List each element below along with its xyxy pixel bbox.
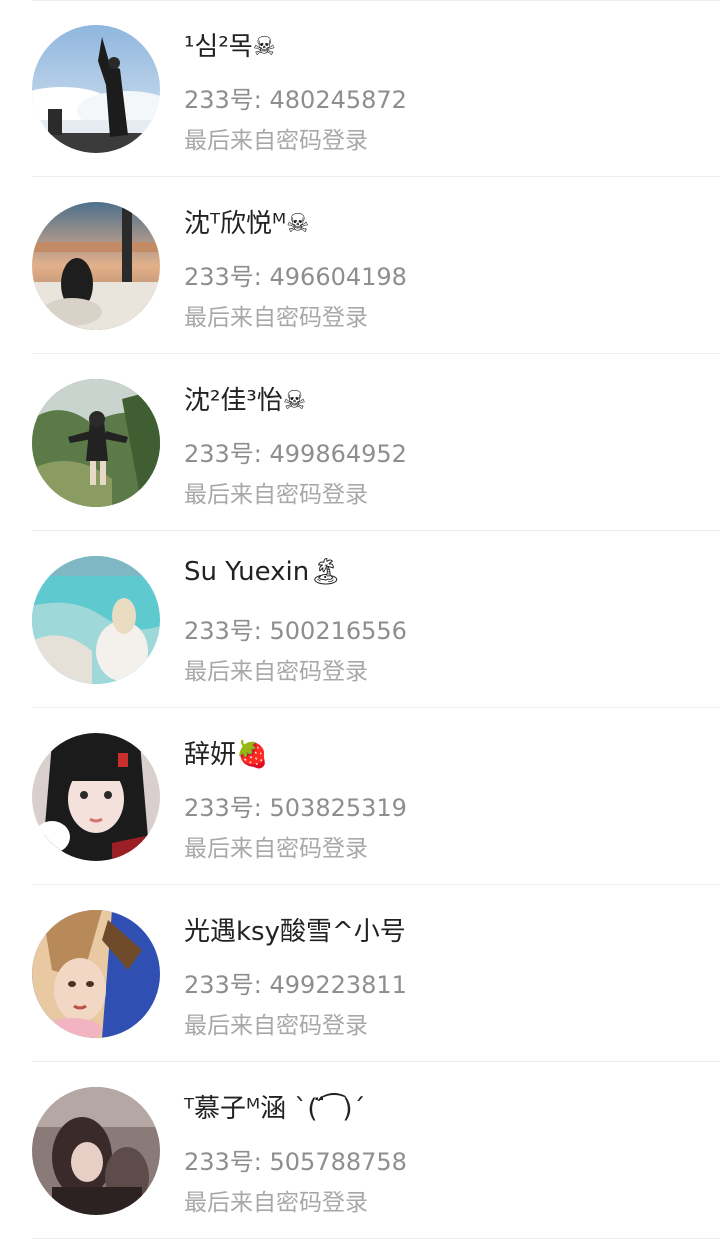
account-row[interactable]: 光遇ksy酸雪^小号 233号: 499223811 最后来自密码登录 <box>0 885 720 1062</box>
account-id: 233号: 505788758 <box>184 1148 407 1176</box>
account-row[interactable]: 沈²佳³怡☠ 233号: 499864952 最后来自密码登录 <box>0 354 720 531</box>
account-name: Su Yuexin🏝 <box>184 557 343 587</box>
login-status: 最后来自密码登录 <box>184 482 368 508</box>
avatar <box>32 910 160 1038</box>
account-row[interactable]: Su Yuexin🏝 233号: 500216556 最后来自密码登录 <box>0 531 720 708</box>
account-id: 233号: 499864952 <box>184 440 407 468</box>
avatar <box>32 556 160 684</box>
account-row[interactable]: ᵀ慕子ᴹ涵 ˋ( ̈́ ͡ )ˊ 233号: 505788758 最后来自密码登… <box>0 1062 720 1239</box>
login-status: 最后来自密码登录 <box>184 1190 368 1216</box>
avatar <box>32 733 160 861</box>
account-name: 沈ᵀ欣悦ᴹ☠ <box>184 209 310 239</box>
account-name: ᵀ慕子ᴹ涵 ˋ( ̈́ ͡ )ˊ <box>184 1094 366 1124</box>
account-name: 沈²佳³怡☠ <box>184 386 307 416</box>
avatar <box>32 1087 160 1215</box>
login-status: 最后来自密码登录 <box>184 1013 368 1039</box>
avatar <box>32 25 160 153</box>
avatar <box>32 379 160 507</box>
login-status: 最后来自密码登录 <box>184 659 368 685</box>
account-name: 辞妍🍓 <box>184 740 269 770</box>
account-name: ¹심²목☠ <box>184 32 276 62</box>
login-status: 最后来自密码登录 <box>184 305 368 331</box>
account-id: 233号: 503825319 <box>184 794 407 822</box>
account-id: 233号: 499223811 <box>184 971 407 999</box>
login-status: 最后来自密码登录 <box>184 836 368 862</box>
account-name: 光遇ksy酸雪^小号 <box>184 917 406 947</box>
account-id: 233号: 500216556 <box>184 617 407 645</box>
account-list: ¹심²목☠ 233号: 480245872 最后来自密码登录 沈ᵀ欣悦ᴹ☠ 23… <box>0 0 720 1239</box>
account-row[interactable]: 辞妍🍓 233号: 503825319 最后来自密码登录 <box>0 708 720 885</box>
login-status: 最后来自密码登录 <box>184 128 368 154</box>
avatar <box>32 202 160 330</box>
account-id: 233号: 496604198 <box>184 263 407 291</box>
account-row[interactable]: ¹심²목☠ 233号: 480245872 最后来自密码登录 <box>0 0 720 177</box>
account-id: 233号: 480245872 <box>184 86 407 114</box>
account-row[interactable]: 沈ᵀ欣悦ᴹ☠ 233号: 496604198 最后来自密码登录 <box>0 177 720 354</box>
